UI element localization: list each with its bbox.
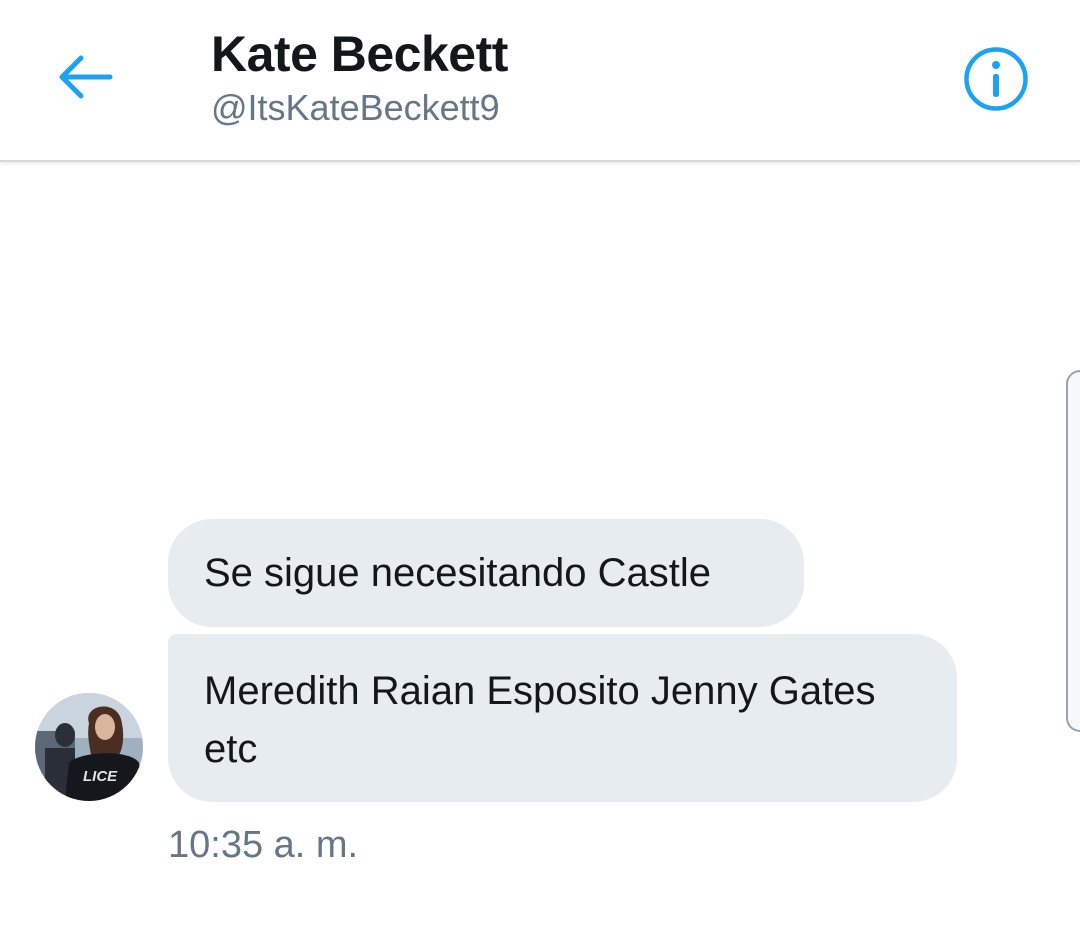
arrow-left-icon [59,55,113,99]
message-bubble[interactable]: Se sigue necesitando Castle [168,519,804,627]
message-bubble[interactable]: Meredith Raian Esposito Jenny Gates etc [168,634,957,802]
avatar-vest-text: LICE [83,768,118,785]
conversation-title-block[interactable]: Kate Beckett @ItsKateBeckett9 [211,26,508,130]
message-text: Se sigue necesitando Castle [204,551,711,595]
avatar[interactable]: LICE [35,693,143,801]
message-timestamp: 10:35 a. m. [168,824,359,866]
back-button[interactable] [54,50,116,104]
info-circle-icon [964,47,1028,111]
contact-name: Kate Beckett [211,26,508,82]
side-panel-handle[interactable] [1066,370,1080,732]
conversation-header: Kate Beckett @ItsKateBeckett9 [0,0,1080,162]
info-button[interactable] [962,45,1030,113]
message-text: Meredith Raian Esposito Jenny Gates etc [204,669,876,771]
profile-photo: LICE [35,693,143,801]
contact-handle: @ItsKateBeckett9 [211,87,500,128]
